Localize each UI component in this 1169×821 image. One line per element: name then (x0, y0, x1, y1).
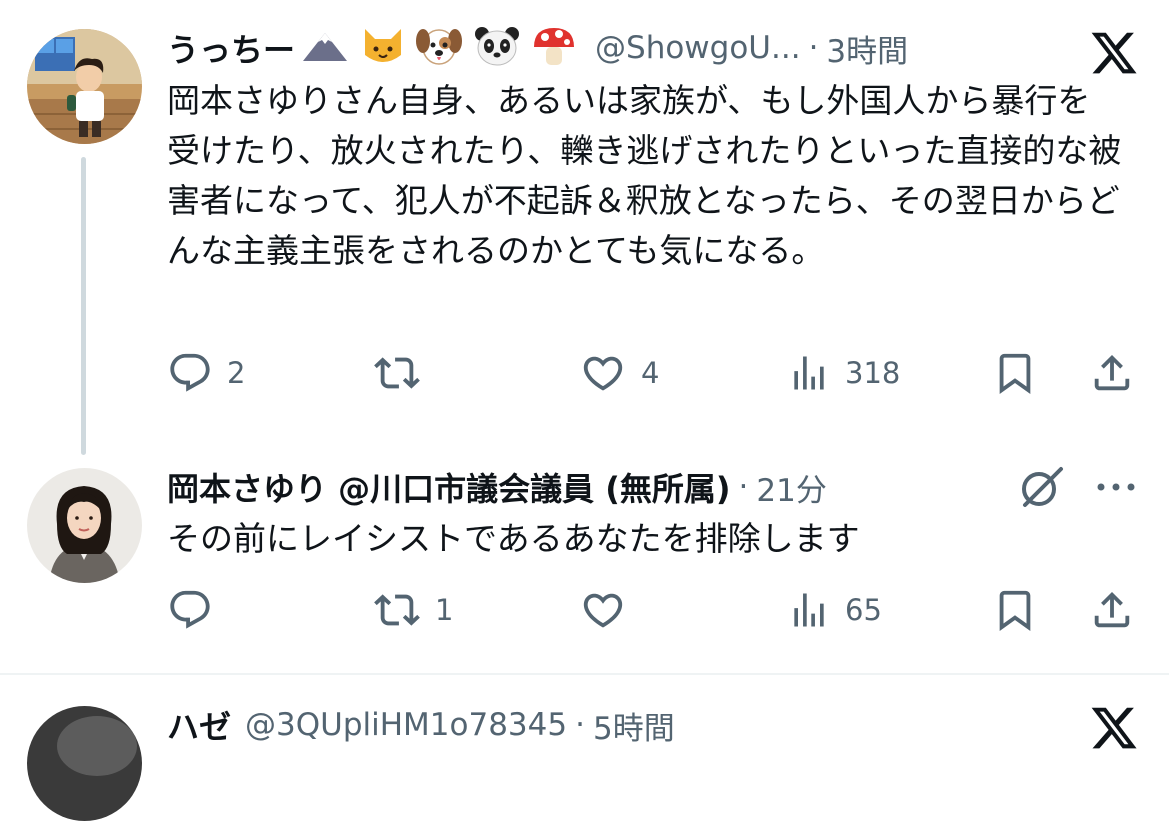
retweet-icon (374, 357, 420, 389)
like-button[interactable]: 4 (579, 350, 659, 396)
meta-separator: · (575, 707, 585, 743)
bookmark-icon (999, 590, 1031, 631)
retweet-button[interactable] (373, 350, 435, 396)
more-icon[interactable] (1093, 476, 1139, 498)
divider (0, 673, 1169, 675)
retweet-icon (374, 594, 420, 626)
x-logo-icon[interactable] (1088, 703, 1140, 753)
thread-line (81, 157, 86, 455)
avatar-okamoto[interactable] (27, 468, 142, 583)
analytics-icon (794, 356, 824, 390)
panda-emoji-icon (473, 25, 521, 71)
like-count: 4 (641, 356, 660, 390)
user-handle[interactable]: @3QUpliHM1o78345 (245, 707, 567, 743)
meta-separator: · (738, 469, 749, 505)
cat-emoji-icon (361, 25, 405, 71)
display-name[interactable]: 岡本さゆり @川口市議会議員 (無所属) (167, 464, 731, 510)
share-button[interactable] (1089, 587, 1135, 633)
bookmark-button[interactable] (992, 587, 1038, 633)
views-button[interactable]: 65 (787, 587, 882, 633)
share-icon (1094, 591, 1130, 628)
heart-icon (583, 356, 623, 391)
meta-separator: · (808, 30, 819, 66)
views-count: 318 (845, 356, 901, 390)
like-button[interactable] (579, 587, 641, 633)
mountain-emoji-icon (301, 29, 349, 67)
bookmark-icon (999, 353, 1031, 394)
analytics-icon (794, 593, 824, 627)
retweet-count: 1 (435, 593, 454, 627)
reply-button[interactable] (167, 587, 227, 633)
user-handle[interactable]: @ShowgoU... (595, 30, 801, 66)
timestamp[interactable]: 5時間 (593, 703, 675, 748)
reply-icon (170, 590, 210, 629)
tweet-header: うっちー @ShowgoU... · 3時間 (167, 24, 908, 72)
bookmark-button[interactable] (992, 350, 1038, 396)
share-icon (1094, 354, 1130, 391)
timestamp[interactable]: 3時間 (826, 26, 908, 71)
avatar-uchi[interactable] (27, 29, 142, 144)
reply-count: 2 (227, 356, 246, 390)
grok-icon[interactable] (1017, 463, 1065, 511)
mushroom-emoji-icon (531, 25, 577, 71)
dog-emoji-icon (415, 25, 463, 71)
heart-icon (583, 593, 623, 628)
tweet-text: その前にレイシストであるあなたを排除します (167, 519, 860, 558)
tweet-header: 岡本さゆり @川口市議会議員 (無所属) · 21分 (167, 463, 827, 511)
reply-button[interactable]: 2 (167, 350, 245, 396)
views-count: 65 (845, 593, 882, 627)
display-name[interactable]: うっちー (167, 25, 295, 71)
tweet-text: 岡本さゆりさん自身、あるいは家族が、もし外国人から暴行を受けたり、放火されたり、… (167, 81, 1122, 270)
views-button[interactable]: 318 (787, 350, 900, 396)
tweet-header: ハゼ @3QUpliHM1o78345 · 5時間 (167, 701, 675, 749)
reply-icon (170, 353, 210, 392)
x-logo-icon[interactable] (1088, 28, 1140, 78)
timestamp[interactable]: 21分 (756, 465, 826, 510)
avatar-haze[interactable] (27, 706, 142, 821)
retweet-button[interactable]: 1 (373, 587, 453, 633)
display-name[interactable]: ハゼ (167, 702, 231, 748)
share-button[interactable] (1089, 350, 1135, 396)
